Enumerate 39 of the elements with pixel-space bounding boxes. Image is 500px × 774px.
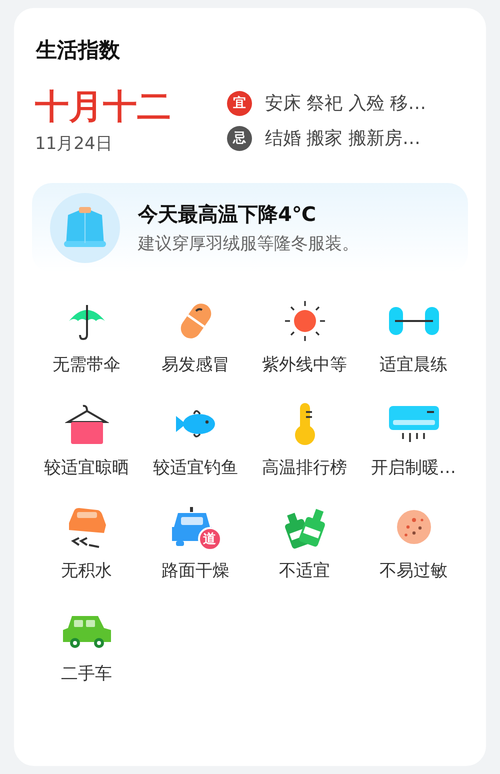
- card-title: 生活指数: [34, 37, 121, 64]
- index-label: 无积水: [61, 560, 112, 582]
- index-label: 路面干燥: [162, 560, 230, 582]
- index-label: 较适宜晾晒: [44, 457, 129, 479]
- jacket-icon: [50, 193, 120, 263]
- index-item[interactable]: 不适宜: [250, 505, 359, 582]
- sun-icon: [282, 299, 326, 343]
- index-label: 适宜晨练: [380, 354, 448, 376]
- index-item[interactable]: 不易过敏: [359, 505, 468, 582]
- index-label: 不易过敏: [380, 560, 448, 582]
- index-item[interactable]: 二手车: [32, 608, 141, 685]
- almanac-badge: 宜: [227, 90, 252, 116]
- index-label: 二手车: [61, 663, 112, 685]
- index-label: 开启制暖…: [371, 457, 456, 479]
- index-item[interactable]: 适宜晨练: [359, 299, 468, 376]
- index-label: 不适宜: [279, 560, 330, 582]
- almanac-text: 安床 祭祀 入殓 移…: [265, 92, 426, 115]
- tip-headline: 今天最高温下降4℃: [138, 201, 318, 228]
- almanac-text: 结婚 搬家 搬新房…: [265, 127, 420, 150]
- index-item[interactable]: 无积水: [32, 505, 141, 582]
- index-label: 紫外线中等: [262, 354, 347, 376]
- index-label: 较适宜钓鱼: [153, 457, 238, 479]
- almanac-badge: 忌: [227, 126, 252, 150]
- index-label: 无需带伞: [52, 354, 120, 376]
- index-label: 易发感冒: [162, 354, 230, 376]
- index-item[interactable]: 开启制暖…: [359, 402, 468, 479]
- index-item[interactable]: 道 路面干燥: [141, 505, 250, 582]
- index-item[interactable]: 无需带伞: [32, 299, 141, 376]
- road-badge: 道: [198, 527, 222, 551]
- index-item[interactable]: 高温排行榜: [250, 402, 359, 479]
- solar-date: 11月24日: [35, 133, 114, 155]
- index-item[interactable]: 较适宜钓鱼: [141, 402, 250, 479]
- index-item[interactable]: 较适宜晾晒: [32, 402, 141, 479]
- index-item[interactable]: 紫外线中等: [250, 299, 359, 376]
- index-label: 高温排行榜: [262, 457, 347, 479]
- index-item[interactable]: 易发感冒: [141, 299, 250, 376]
- hanger-icon: [64, 402, 108, 446]
- lunar-date: 十月十二: [35, 86, 172, 128]
- tip-advice: 建议穿厚羽绒服等隆冬服装。: [138, 233, 359, 255]
